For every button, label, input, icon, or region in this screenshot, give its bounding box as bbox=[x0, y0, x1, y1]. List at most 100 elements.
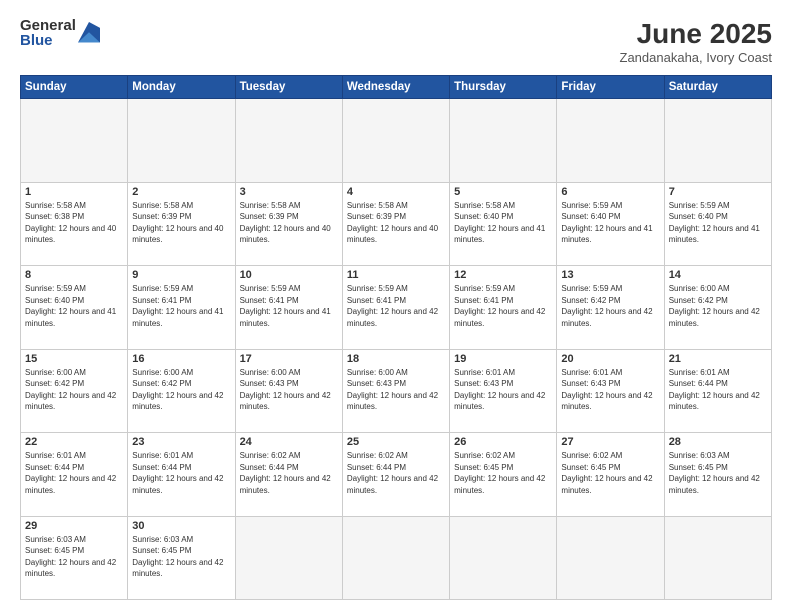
day-number: 17 bbox=[240, 353, 338, 365]
table-row: 1 Sunrise: 5:58 AMSunset: 6:38 PMDaylight… bbox=[21, 182, 128, 266]
header: General Blue June 2025 Zandanakaha, Ivor… bbox=[20, 18, 772, 65]
day-info: Sunrise: 5:58 AMSunset: 6:39 PMDaylight:… bbox=[347, 200, 445, 246]
table-row: 10 Sunrise: 5:59 AMSunset: 6:41 PMDayligh… bbox=[235, 266, 342, 350]
day-number: 25 bbox=[347, 436, 445, 448]
table-row: 17 Sunrise: 6:00 AMSunset: 6:43 PMDayligh… bbox=[235, 349, 342, 433]
day-info: Sunrise: 6:01 AMSunset: 6:44 PMDaylight:… bbox=[669, 367, 767, 413]
day-info: Sunrise: 5:59 AMSunset: 6:41 PMDaylight:… bbox=[132, 283, 230, 329]
table-row bbox=[235, 516, 342, 600]
table-row: 2 Sunrise: 5:58 AMSunset: 6:39 PMDaylight… bbox=[128, 182, 235, 266]
day-number: 10 bbox=[240, 269, 338, 281]
logo: General Blue bbox=[20, 18, 100, 48]
day-number: 26 bbox=[454, 436, 552, 448]
day-info: Sunrise: 5:59 AMSunset: 6:41 PMDaylight:… bbox=[347, 283, 445, 329]
day-info: Sunrise: 5:59 AMSunset: 6:42 PMDaylight:… bbox=[561, 283, 659, 329]
table-row bbox=[342, 516, 449, 600]
col-wednesday: Wednesday bbox=[342, 76, 449, 99]
day-info: Sunrise: 6:03 AMSunset: 6:45 PMDaylight:… bbox=[669, 450, 767, 496]
day-info: Sunrise: 6:00 AMSunset: 6:43 PMDaylight:… bbox=[240, 367, 338, 413]
table-row: 7 Sunrise: 5:59 AMSunset: 6:40 PMDaylight… bbox=[664, 182, 771, 266]
day-number: 24 bbox=[240, 436, 338, 448]
col-sunday: Sunday bbox=[21, 76, 128, 99]
day-info: Sunrise: 5:58 AMSunset: 6:38 PMDaylight:… bbox=[25, 200, 123, 246]
month-title: June 2025 bbox=[620, 18, 772, 50]
table-row: 4 Sunrise: 5:58 AMSunset: 6:39 PMDaylight… bbox=[342, 182, 449, 266]
day-info: Sunrise: 6:01 AMSunset: 6:44 PMDaylight:… bbox=[25, 450, 123, 496]
col-monday: Monday bbox=[128, 76, 235, 99]
table-row: 28Sunrise: 6:03 AMSunset: 6:45 PMDayligh… bbox=[664, 433, 771, 517]
table-row bbox=[450, 99, 557, 183]
day-number: 12 bbox=[454, 269, 552, 281]
col-saturday: Saturday bbox=[664, 76, 771, 99]
calendar-body: 1 Sunrise: 5:58 AMSunset: 6:38 PMDaylight… bbox=[21, 99, 772, 600]
day-number: 13 bbox=[561, 269, 659, 281]
table-row bbox=[664, 516, 771, 600]
day-number: 4 bbox=[347, 186, 445, 198]
table-row: 12Sunrise: 5:59 AMSunset: 6:41 PMDayligh… bbox=[450, 266, 557, 350]
table-row: 16 Sunrise: 6:00 AMSunset: 6:42 PMDayligh… bbox=[128, 349, 235, 433]
table-row bbox=[21, 99, 128, 183]
table-row: 18Sunrise: 6:00 AMSunset: 6:43 PMDayligh… bbox=[342, 349, 449, 433]
day-info: Sunrise: 6:02 AMSunset: 6:45 PMDaylight:… bbox=[454, 450, 552, 496]
calendar-row: 15Sunrise: 6:00 AMSunset: 6:42 PMDayligh… bbox=[21, 349, 772, 433]
day-number: 20 bbox=[561, 353, 659, 365]
title-block: June 2025 Zandanakaha, Ivory Coast bbox=[620, 18, 772, 65]
day-info: Sunrise: 5:59 AMSunset: 6:40 PMDaylight:… bbox=[25, 283, 123, 329]
day-info: Sunrise: 5:58 AMSunset: 6:39 PMDaylight:… bbox=[240, 200, 338, 246]
table-row bbox=[235, 99, 342, 183]
table-row: 22 Sunrise: 6:01 AMSunset: 6:44 PMDayligh… bbox=[21, 433, 128, 517]
day-info: Sunrise: 6:00 AMSunset: 6:42 PMDaylight:… bbox=[669, 283, 767, 329]
day-info: Sunrise: 6:01 AMSunset: 6:43 PMDaylight:… bbox=[454, 367, 552, 413]
day-info: Sunrise: 6:02 AMSunset: 6:44 PMDaylight:… bbox=[240, 450, 338, 496]
day-number: 27 bbox=[561, 436, 659, 448]
day-number: 11 bbox=[347, 269, 445, 281]
day-number: 23 bbox=[132, 436, 230, 448]
day-info: Sunrise: 6:00 AMSunset: 6:42 PMDaylight:… bbox=[25, 367, 123, 413]
day-info: Sunrise: 6:00 AMSunset: 6:43 PMDaylight:… bbox=[347, 367, 445, 413]
table-row: 30Sunrise: 6:03 AMSunset: 6:45 PMDayligh… bbox=[128, 516, 235, 600]
day-info: Sunrise: 5:58 AMSunset: 6:40 PMDaylight:… bbox=[454, 200, 552, 246]
logo-blue: Blue bbox=[20, 33, 76, 48]
table-row: 11 Sunrise: 5:59 AMSunset: 6:41 PMDayligh… bbox=[342, 266, 449, 350]
day-number: 22 bbox=[25, 436, 123, 448]
day-info: Sunrise: 5:59 AMSunset: 6:41 PMDaylight:… bbox=[240, 283, 338, 329]
day-info: Sunrise: 6:01 AMSunset: 6:44 PMDaylight:… bbox=[132, 450, 230, 496]
calendar-row: 8Sunrise: 5:59 AMSunset: 6:40 PMDaylight… bbox=[21, 266, 772, 350]
table-row: 25 Sunrise: 6:02 AMSunset: 6:44 PMDayligh… bbox=[342, 433, 449, 517]
col-friday: Friday bbox=[557, 76, 664, 99]
day-info: Sunrise: 5:59 AMSunset: 6:40 PMDaylight:… bbox=[669, 200, 767, 246]
table-row bbox=[664, 99, 771, 183]
day-info: Sunrise: 6:01 AMSunset: 6:43 PMDaylight:… bbox=[561, 367, 659, 413]
calendar-header-row: Sunday Monday Tuesday Wednesday Thursday… bbox=[21, 76, 772, 99]
page: General Blue June 2025 Zandanakaha, Ivor… bbox=[0, 0, 792, 612]
day-number: 30 bbox=[132, 520, 230, 532]
day-number: 19 bbox=[454, 353, 552, 365]
day-number: 21 bbox=[669, 353, 767, 365]
location-subtitle: Zandanakaha, Ivory Coast bbox=[620, 50, 772, 65]
col-thursday: Thursday bbox=[450, 76, 557, 99]
day-number: 2 bbox=[132, 186, 230, 198]
table-row bbox=[557, 99, 664, 183]
day-number: 5 bbox=[454, 186, 552, 198]
table-row: 27Sunrise: 6:02 AMSunset: 6:45 PMDayligh… bbox=[557, 433, 664, 517]
table-row: 24 Sunrise: 6:02 AMSunset: 6:44 PMDayligh… bbox=[235, 433, 342, 517]
col-tuesday: Tuesday bbox=[235, 76, 342, 99]
day-info: Sunrise: 6:00 AMSunset: 6:42 PMDaylight:… bbox=[132, 367, 230, 413]
table-row: 13 Sunrise: 5:59 AMSunset: 6:42 PMDayligh… bbox=[557, 266, 664, 350]
logo-text: General Blue bbox=[20, 18, 76, 48]
day-number: 1 bbox=[25, 186, 123, 198]
table-row: 26 Sunrise: 6:02 AMSunset: 6:45 PMDayligh… bbox=[450, 433, 557, 517]
day-number: 14 bbox=[669, 269, 767, 281]
day-number: 7 bbox=[669, 186, 767, 198]
table-row: 3Sunrise: 5:58 AMSunset: 6:39 PMDaylight… bbox=[235, 182, 342, 266]
calendar-table: Sunday Monday Tuesday Wednesday Thursday… bbox=[20, 75, 772, 600]
day-number: 29 bbox=[25, 520, 123, 532]
day-info: Sunrise: 6:02 AMSunset: 6:44 PMDaylight:… bbox=[347, 450, 445, 496]
table-row: 6Sunrise: 5:59 AMSunset: 6:40 PMDaylight… bbox=[557, 182, 664, 266]
day-info: Sunrise: 5:58 AMSunset: 6:39 PMDaylight:… bbox=[132, 200, 230, 246]
day-number: 16 bbox=[132, 353, 230, 365]
day-info: Sunrise: 6:03 AMSunset: 6:45 PMDaylight:… bbox=[25, 534, 123, 580]
table-row bbox=[342, 99, 449, 183]
table-row: 19 Sunrise: 6:01 AMSunset: 6:43 PMDayligh… bbox=[450, 349, 557, 433]
table-row: 5 Sunrise: 5:58 AMSunset: 6:40 PMDaylight… bbox=[450, 182, 557, 266]
